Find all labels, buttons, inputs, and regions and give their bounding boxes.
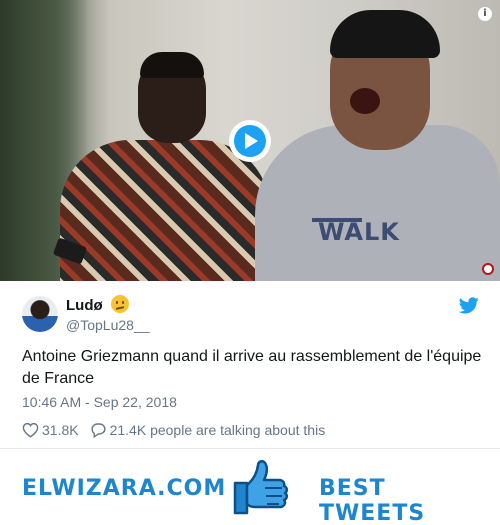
- talking-count[interactable]: 21.4K people are talking about this: [110, 422, 326, 438]
- tweet-text: Antoine Griezmann quand il arrive au ras…: [22, 348, 482, 387]
- display-name[interactable]: Ludø: [66, 297, 103, 314]
- tweet-timestamp[interactable]: 10:46 AM - Sep 22, 2018: [22, 394, 177, 410]
- twitter-bird-icon[interactable]: [459, 297, 479, 314]
- play-icon: [234, 125, 266, 157]
- shirt-text: WALK: [318, 218, 400, 246]
- best-tweets-label: BEST TWEETS: [319, 476, 426, 525]
- video-thumbnail[interactable]: WALK i: [0, 0, 500, 281]
- comment-icon[interactable]: [90, 422, 107, 438]
- confused-face-emoji: [111, 295, 129, 313]
- corner-badge: [482, 263, 494, 275]
- tweet-stats: 31.8K 21.4K people are talking about thi…: [22, 420, 325, 440]
- left-person-shirt: [60, 140, 270, 281]
- thumbs-up-icon: [233, 460, 289, 515]
- tweet-card: WALK i Ludø @TopLu28__ Antoine Griezmann…: [0, 0, 500, 448]
- site-name[interactable]: ELWIZARA.COM: [22, 476, 226, 501]
- heart-icon[interactable]: [22, 422, 39, 438]
- open-mouth: [350, 88, 380, 114]
- like-count: 31.8K: [42, 422, 79, 438]
- divider: [0, 448, 500, 449]
- avatar[interactable]: [22, 296, 58, 332]
- cap: [330, 10, 440, 58]
- play-button[interactable]: [229, 120, 271, 162]
- left-person-hair: [140, 52, 204, 78]
- info-icon[interactable]: i: [478, 7, 492, 21]
- user-handle[interactable]: @TopLu28__: [66, 317, 150, 333]
